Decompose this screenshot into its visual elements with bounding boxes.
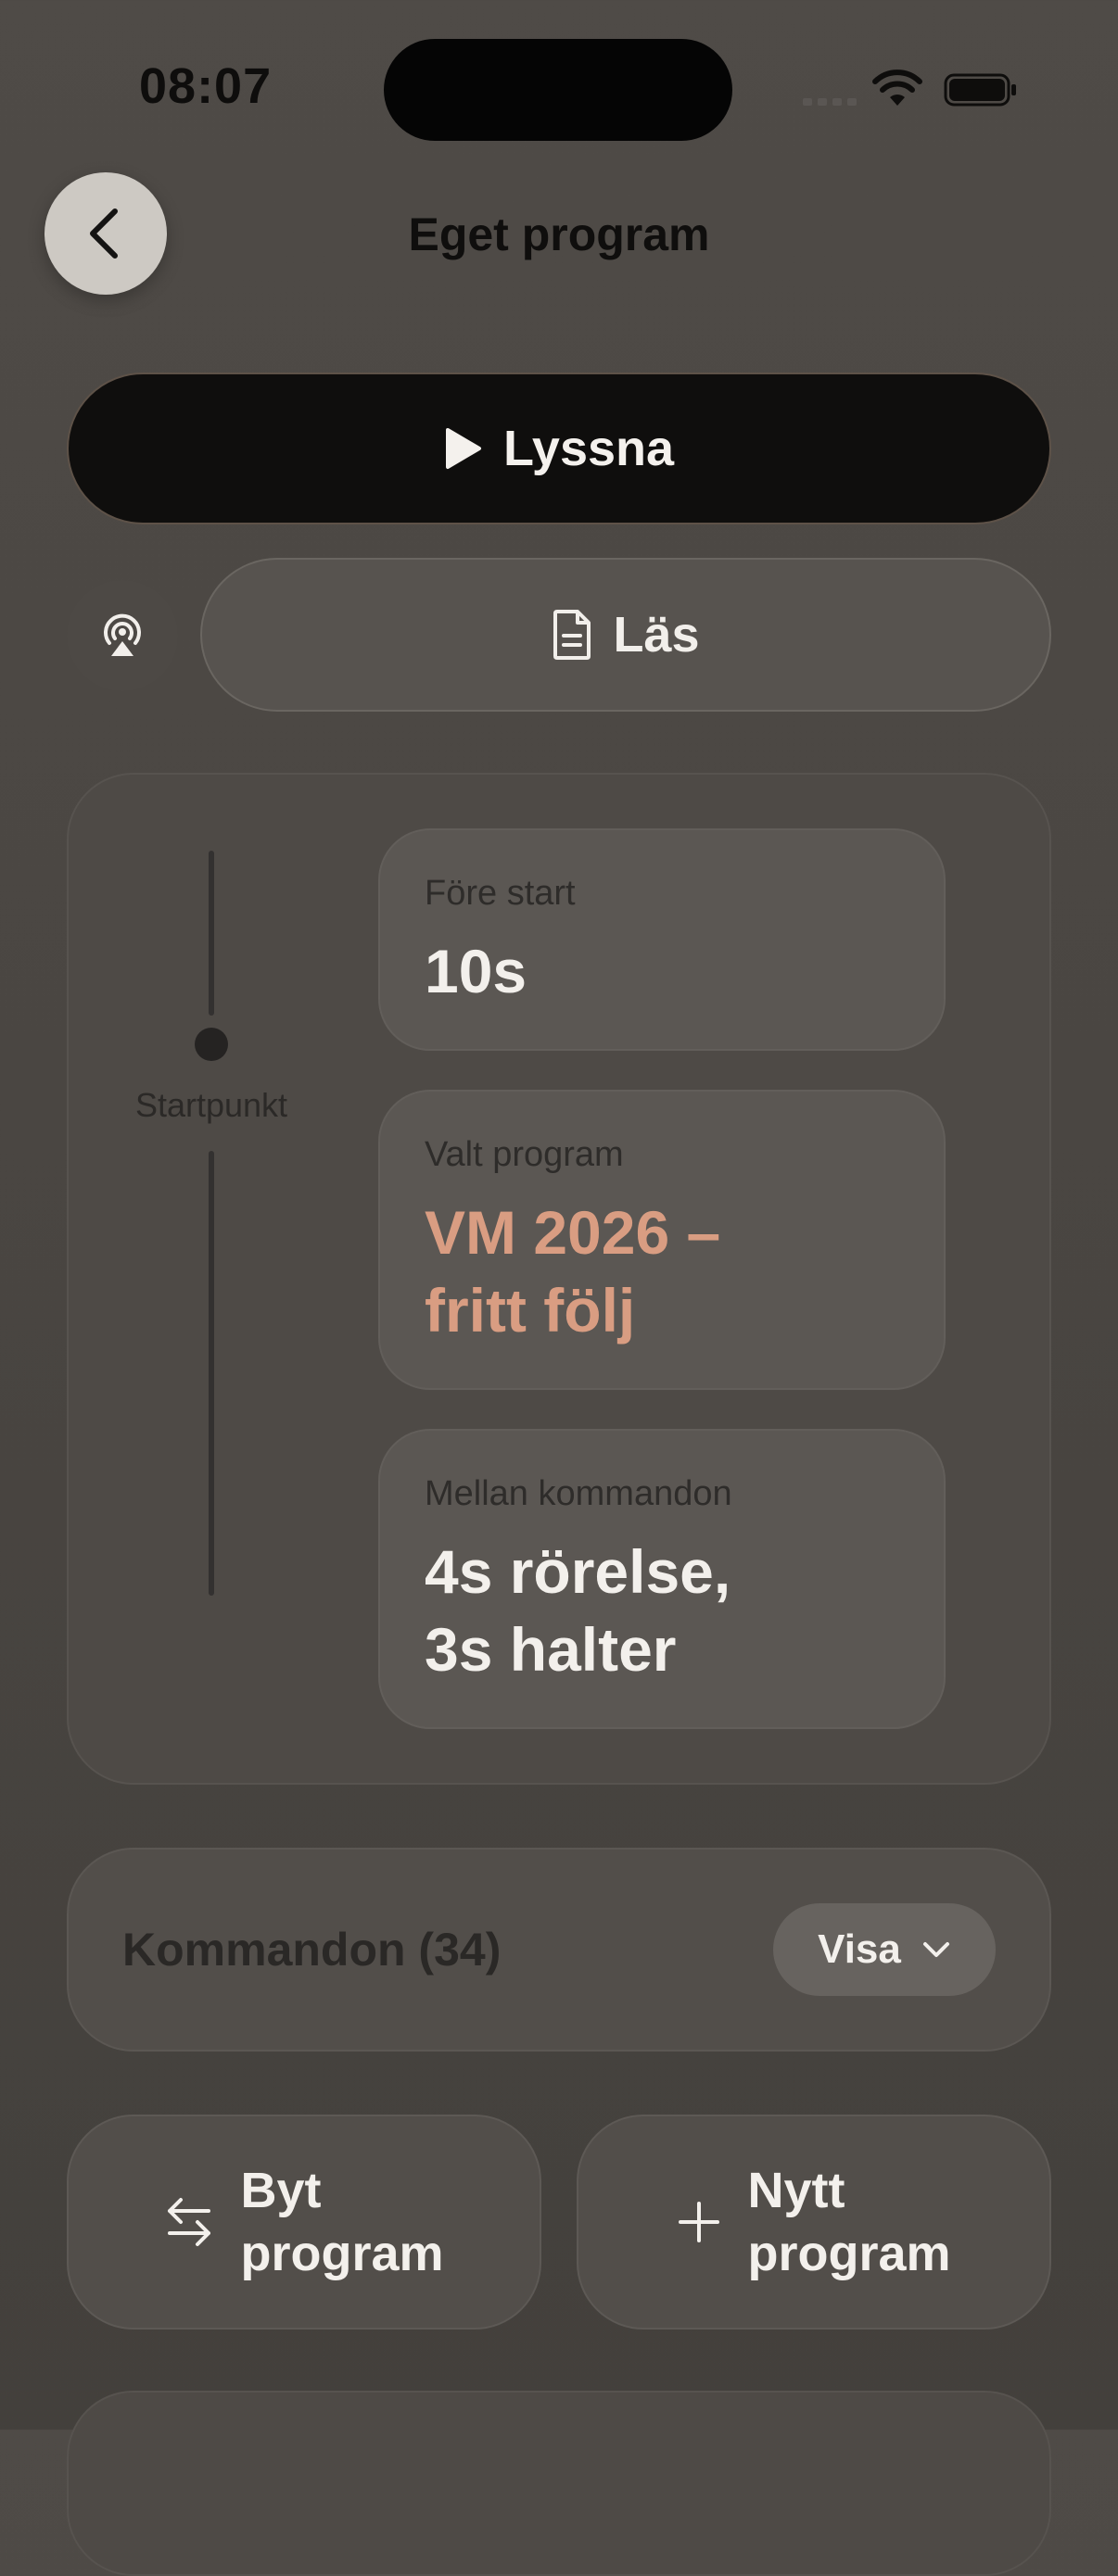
new-program-button[interactable]: Nytt program — [577, 2115, 1051, 2330]
cellular-signal-icon — [803, 98, 857, 106]
commands-title: Kommandon (34) — [122, 1924, 502, 1976]
page-title: Eget program — [408, 208, 710, 260]
document-icon — [553, 610, 591, 660]
start-point-handle[interactable] — [195, 1028, 228, 1061]
selected-program-value: VM 2026 – fritt följ — [425, 1198, 721, 1345]
listen-button[interactable]: Lyssna — [67, 373, 1051, 524]
pre-start-value: 10s — [425, 937, 527, 1005]
switch-program-button[interactable]: Byt program — [67, 2115, 541, 2330]
pre-start-label: Före start — [425, 874, 576, 913]
read-button[interactable]: Läs — [200, 558, 1051, 712]
battery-icon — [944, 73, 1016, 107]
selected-program-label: Valt program — [425, 1135, 624, 1174]
play-icon — [445, 428, 481, 469]
show-commands-label: Visa — [818, 1926, 901, 1972]
plus-icon — [679, 2202, 720, 2242]
next-card-peek — [67, 2391, 1051, 2576]
command-interval-value: 4s rörelse, 3s halter — [425, 1537, 731, 1684]
chevron-left-icon — [90, 208, 118, 259]
status-time: 08:07 — [139, 58, 273, 114]
switch-program-label: Byt program — [240, 2163, 444, 2281]
read-label: Läs — [613, 607, 700, 663]
command-interval-label: Mellan kommandon — [425, 1474, 732, 1513]
timeline-track-bottom — [209, 1151, 214, 1596]
start-point-label: Startpunkt — [134, 1086, 288, 1124]
pre-start-tile[interactable]: Före start 10s — [378, 828, 946, 1051]
chevron-down-icon — [922, 1942, 949, 1957]
command-interval-tile[interactable]: Mellan kommandon 4s rörelse, 3s halter — [378, 1429, 946, 1729]
show-commands-button[interactable]: Visa — [773, 1903, 996, 1996]
dynamic-island — [384, 39, 732, 141]
listen-label: Lyssna — [502, 421, 675, 476]
wifi-icon — [872, 69, 922, 106]
timeline-track-top — [209, 851, 214, 1016]
airplay-button[interactable] — [67, 580, 178, 691]
back-button[interactable] — [44, 172, 167, 295]
airplay-audio-icon — [104, 613, 141, 656]
selected-program-tile[interactable]: Valt program VM 2026 – fritt följ — [378, 1090, 946, 1390]
swap-arrows-icon — [168, 2198, 211, 2246]
new-program-label: Nytt program — [747, 2163, 951, 2281]
